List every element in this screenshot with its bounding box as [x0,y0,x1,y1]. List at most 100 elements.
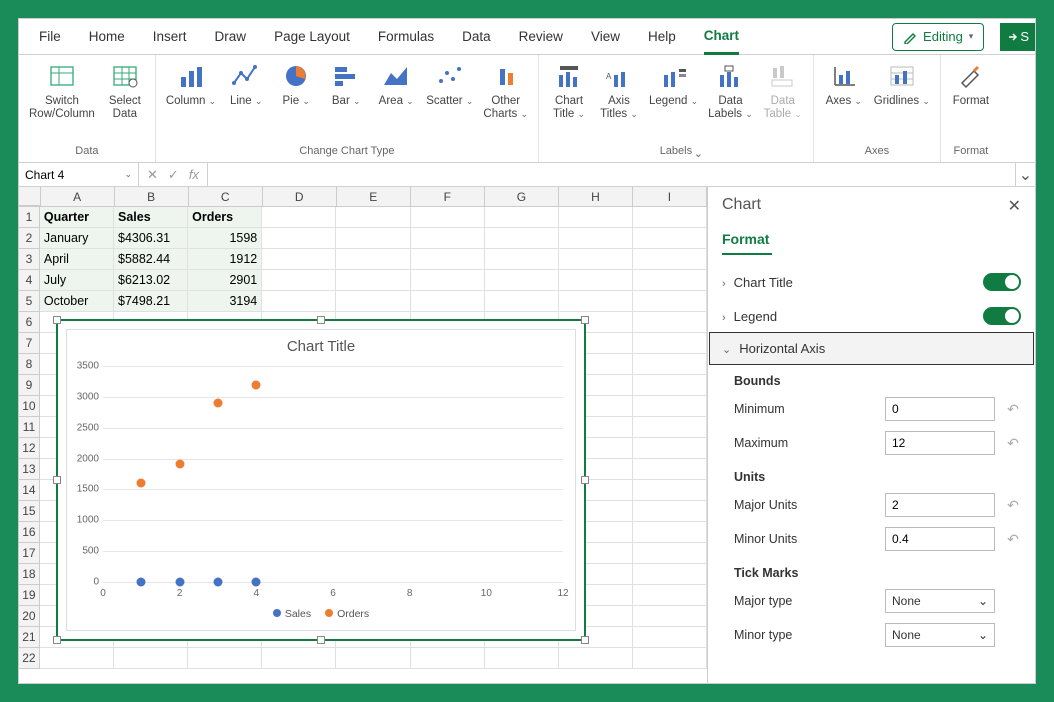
tab-help[interactable]: Help [648,19,676,55]
tab-home[interactable]: Home [89,19,125,55]
embedded-chart[interactable]: Chart Title 0500100015002000250030003500… [56,319,586,641]
tab-page-layout[interactable]: Page Layout [274,19,350,55]
cancel-icon[interactable]: ✕ [147,167,158,183]
cell[interactable] [411,228,485,249]
legend-button[interactable]: Legend ⌄ [649,61,698,108]
chart-title-button[interactable]: ChartTitle ⌄ [549,61,589,121]
cell[interactable] [262,228,336,249]
chart-title-text[interactable]: Chart Title [67,330,575,359]
cell[interactable]: Sales [114,207,188,228]
other-charts-button[interactable]: OtherCharts ⌄ [483,61,528,121]
gridlines-button[interactable]: Gridlines ⌄ [874,61,930,108]
undo-icon[interactable]: ↶ [1005,497,1021,514]
bar-chart-button[interactable]: Bar ⌄ [326,61,366,108]
column-header[interactable]: H [559,187,633,206]
row-header[interactable]: 19 [19,585,40,606]
cell[interactable] [411,648,485,669]
resize-handle[interactable] [317,636,325,644]
data-point[interactable] [214,398,223,407]
cell[interactable]: $7498.21 [114,291,188,312]
legend-item[interactable]: Orders [325,608,369,620]
resize-handle[interactable] [581,636,589,644]
row-header[interactable]: 14 [19,480,40,501]
cell[interactable] [40,648,114,669]
section-chart-title[interactable]: ›Chart Title [708,265,1035,299]
cell[interactable] [485,270,559,291]
cell[interactable] [485,291,559,312]
line-chart-button[interactable]: Line ⌄ [226,61,266,108]
column-header[interactable]: E [337,187,411,206]
collapse-ribbon-icon[interactable]: ⌄ [694,147,703,680]
cell[interactable] [336,207,410,228]
row-header[interactable]: 11 [19,417,40,438]
cell[interactable]: 1912 [188,249,262,270]
data-point[interactable] [252,578,261,587]
cell[interactable] [411,291,485,312]
tab-draw[interactable]: Draw [215,19,247,55]
cell[interactable] [336,648,410,669]
cell[interactable] [411,249,485,270]
name-box[interactable]: Chart 4 ⌄ [19,163,139,186]
cell[interactable] [559,270,633,291]
cell[interactable] [559,228,633,249]
tab-insert[interactable]: Insert [153,19,187,55]
legend-item[interactable]: Sales [273,608,311,620]
toggle-chart-title[interactable] [983,273,1021,291]
tab-review[interactable]: Review [519,19,563,55]
pie-chart-button[interactable]: Pie ⌄ [276,61,316,108]
cell[interactable] [188,648,262,669]
close-icon[interactable]: ✕ [1008,196,1021,216]
cell[interactable]: $6213.02 [114,270,188,291]
scatter-chart-button[interactable]: Scatter ⌄ [426,61,473,108]
cell[interactable] [336,270,410,291]
cell[interactable] [559,249,633,270]
column-header[interactable]: A [41,187,115,206]
confirm-icon[interactable]: ✓ [168,167,179,183]
tab-file[interactable]: File [39,19,61,55]
formula-input[interactable] [208,163,1015,186]
cell[interactable]: January [40,228,114,249]
section-horizontal-axis[interactable]: ⌄Horizontal Axis [710,333,1033,364]
row-header[interactable]: 12 [19,438,40,459]
tab-data[interactable]: Data [462,19,491,55]
data-point[interactable] [214,578,223,587]
format-button[interactable]: Format [951,61,991,108]
cell[interactable] [485,207,559,228]
resize-handle[interactable] [581,476,589,484]
cell[interactable] [336,228,410,249]
cell[interactable]: $5882.44 [114,249,188,270]
row-header[interactable]: 20 [19,606,40,627]
row-header[interactable]: 3 [19,249,40,270]
row-header[interactable]: 10 [19,396,40,417]
tab-view[interactable]: View [591,19,620,55]
cell[interactable] [559,291,633,312]
row-header[interactable]: 21 [19,627,40,648]
select-all-corner[interactable] [19,187,41,206]
row-header[interactable]: 16 [19,522,40,543]
row-header[interactable]: 7 [19,333,40,354]
data-point[interactable] [175,460,184,469]
row-header[interactable]: 17 [19,543,40,564]
cell[interactable] [262,291,336,312]
switch-row-column-button[interactable]: SwitchRow/Column [29,61,95,121]
row-header[interactable]: 22 [19,648,40,669]
resize-handle[interactable] [581,316,589,324]
chart-legend[interactable]: Sales Orders [67,608,575,620]
data-point[interactable] [252,380,261,389]
maximum-input[interactable] [885,431,995,455]
major-type-select[interactable]: None⌄ [885,589,995,613]
editing-mode-button[interactable]: Editing ▾ [892,23,984,51]
cell[interactable] [262,270,336,291]
axis-titles-button[interactable]: AAxisTitles ⌄ [599,61,639,121]
tab-formulas[interactable]: Formulas [378,19,434,55]
cell[interactable]: 1598 [188,228,262,249]
undo-icon[interactable]: ↶ [1005,531,1021,548]
expand-formula-bar[interactable]: ⌄ [1015,163,1035,186]
cell[interactable] [336,291,410,312]
row-header[interactable]: 9 [19,375,40,396]
cell[interactable] [411,270,485,291]
toggle-legend[interactable] [983,307,1021,325]
row-header[interactable]: 1 [19,207,40,228]
row-header[interactable]: 18 [19,564,40,585]
cell[interactable] [485,648,559,669]
